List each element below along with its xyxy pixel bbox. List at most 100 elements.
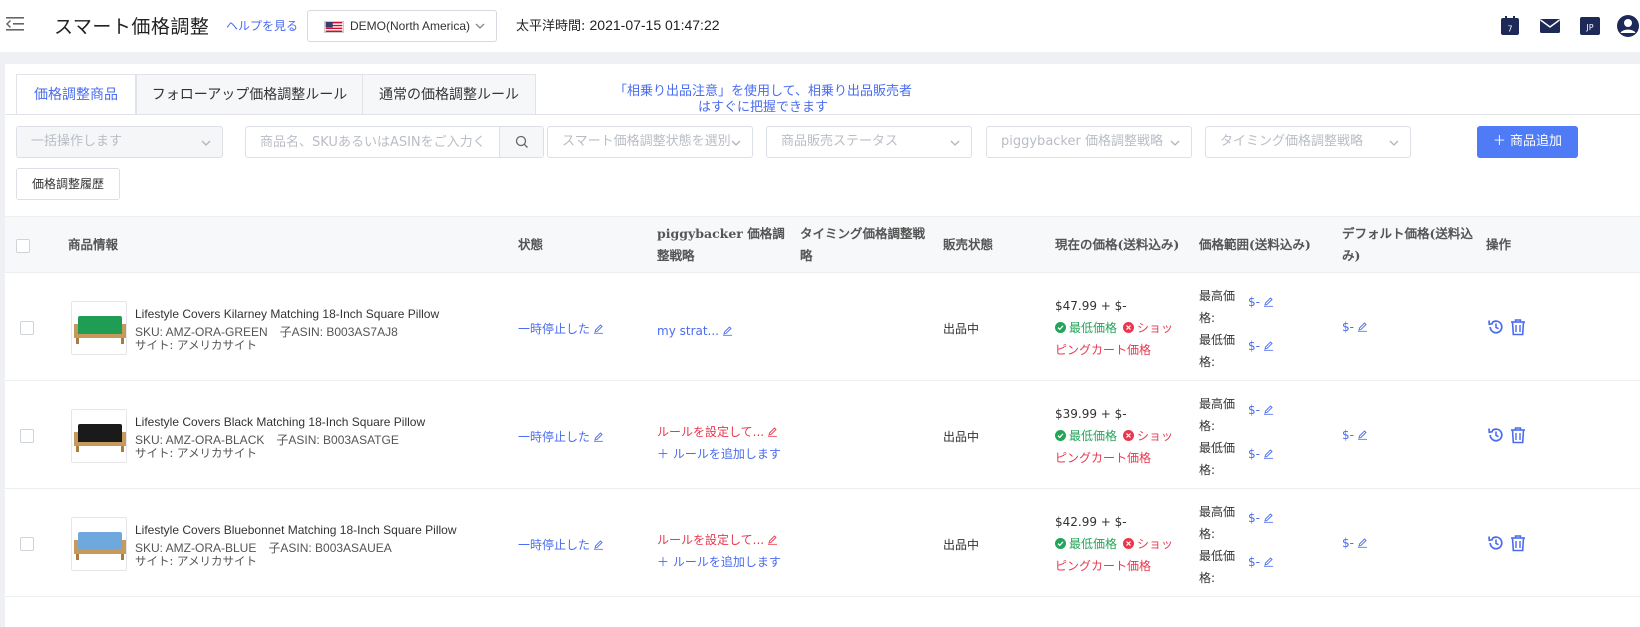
search-box bbox=[245, 126, 544, 158]
max-price-link[interactable]: $- bbox=[1248, 403, 1274, 417]
language-code: JP bbox=[1585, 23, 1593, 32]
min-price-link[interactable]: $- bbox=[1248, 555, 1274, 569]
trash-icon[interactable] bbox=[1509, 318, 1527, 336]
bulk-action-select: 一括操作します bbox=[16, 126, 223, 158]
min-price-link[interactable]: $- bbox=[1248, 447, 1274, 461]
tab-price-adjust-products[interactable]: 価格調整商品 bbox=[16, 74, 136, 115]
col-status: 状態 bbox=[518, 237, 544, 252]
trash-icon[interactable] bbox=[1509, 426, 1527, 444]
trash-icon[interactable] bbox=[1509, 534, 1527, 552]
region-select[interactable]: DEMO(North America) bbox=[307, 10, 497, 42]
history-icon[interactable] bbox=[1487, 318, 1505, 336]
chevron-down-icon bbox=[1170, 140, 1180, 146]
current-price-cell: $39.99 + $- 最低価格 ショッピングカート価格 bbox=[1055, 403, 1185, 469]
search-button[interactable] bbox=[499, 127, 543, 157]
strategy-link[interactable]: ルールを設定して... bbox=[657, 529, 781, 551]
edit-icon[interactable] bbox=[593, 431, 604, 442]
smart-status-label: スマート価格調整状態を選別 bbox=[562, 134, 731, 149]
add-product-button[interactable]: ＋ 商品追加 bbox=[1477, 126, 1578, 158]
status-link[interactable]: 一時停止した bbox=[518, 536, 604, 553]
page-title: スマート価格調整 bbox=[54, 16, 210, 38]
filter-bar: 一括操作します スマート価格調整状態を選別 商品販売ステータス piggybac… bbox=[16, 126, 1636, 160]
language-icon[interactable]: JP bbox=[1578, 14, 1602, 38]
strategy-value: ルールを設定して... bbox=[657, 425, 765, 439]
chevron-down-icon bbox=[1389, 140, 1399, 146]
current-price-cell: $47.99 + $- 最低価格 ショッピングカート価格 bbox=[1055, 295, 1185, 361]
edit-icon[interactable] bbox=[767, 426, 778, 437]
edit-icon[interactable] bbox=[1357, 537, 1368, 548]
chevron-down-icon bbox=[475, 23, 485, 29]
search-input[interactable] bbox=[246, 127, 500, 157]
status-link[interactable]: 一時停止した bbox=[518, 428, 604, 445]
smart-status-select[interactable]: スマート価格調整状態を選別 bbox=[547, 126, 753, 158]
min-price-value: $- bbox=[1248, 555, 1260, 569]
max-price-label: 最高価格: bbox=[1199, 289, 1236, 325]
edit-icon[interactable] bbox=[1263, 296, 1274, 307]
default-price-link[interactable]: $- bbox=[1342, 536, 1368, 550]
max-price-link[interactable]: $- bbox=[1248, 511, 1274, 525]
calendar-icon[interactable]: 7 bbox=[1498, 14, 1522, 38]
product-thumbnail bbox=[71, 517, 127, 571]
strategy-value: my strat... bbox=[657, 324, 719, 338]
edit-icon[interactable] bbox=[1263, 448, 1274, 459]
status-value: 一時停止した bbox=[518, 322, 591, 336]
edit-icon[interactable] bbox=[1263, 556, 1274, 567]
timing-strategy-select[interactable]: タイミング価格調整戦略 bbox=[1205, 126, 1411, 158]
product-name[interactable]: Lifestyle Covers Bluebonnet Matching 18-… bbox=[135, 523, 457, 537]
sales-status-select[interactable]: 商品販売ステータス bbox=[766, 126, 972, 158]
row-checkbox[interactable] bbox=[20, 321, 34, 335]
price-history-button[interactable]: 価格調整履歴 bbox=[16, 168, 120, 200]
piggyback-strategy-select[interactable]: piggybacker 価格調整戦略 bbox=[986, 126, 1192, 158]
piggyback-strategy-cell: ルールを設定して... ＋ ルールを追加します bbox=[657, 421, 781, 465]
col-price-range: 価格範囲(送料込み) bbox=[1199, 237, 1311, 252]
table-row: Lifestyle Covers Bluebonnet Matching 18-… bbox=[5, 489, 1640, 597]
history-icon[interactable] bbox=[1487, 426, 1505, 444]
max-price-link[interactable]: $- bbox=[1248, 295, 1274, 309]
edit-icon[interactable] bbox=[1263, 340, 1274, 351]
tab-normal-rules[interactable]: 通常の価格調整ルール bbox=[362, 74, 536, 115]
product-thumbnail bbox=[71, 301, 127, 355]
status-link[interactable]: 一時停止した bbox=[518, 320, 604, 337]
add-rule-link[interactable]: ＋ ルールを追加します bbox=[657, 443, 781, 465]
tab-followup-rules[interactable]: フォローアップ価格調整ルール bbox=[136, 74, 363, 115]
edit-icon[interactable] bbox=[1357, 429, 1368, 440]
col-piggyback: piggybacker 価格調整戦略 bbox=[657, 226, 785, 263]
product-name[interactable]: Lifestyle Covers Kilarney Matching 18-In… bbox=[135, 307, 439, 321]
col-operations: 操作 bbox=[1486, 237, 1512, 252]
max-price-value: $- bbox=[1248, 403, 1260, 417]
edit-icon[interactable] bbox=[593, 323, 604, 334]
strategy-link[interactable]: ルールを設定して... bbox=[657, 421, 781, 443]
strategy-link[interactable]: my strat... bbox=[657, 320, 733, 342]
clock-label: 太平洋時間: bbox=[516, 19, 590, 34]
default-price-link[interactable]: $- bbox=[1342, 428, 1368, 442]
add-rule-link[interactable]: ＋ ルールを追加します bbox=[657, 551, 781, 573]
piggyback-notice[interactable]: 「相乗り出品注意」を使用して、相乗り出品販売者はすぐに把握できます bbox=[613, 84, 913, 116]
default-price-value: $- bbox=[1342, 428, 1354, 442]
edit-icon[interactable] bbox=[593, 539, 604, 550]
edit-icon[interactable] bbox=[1263, 404, 1274, 415]
default-price-link[interactable]: $- bbox=[1342, 320, 1368, 334]
menu-fold-icon[interactable] bbox=[6, 16, 24, 32]
table-row: Lifestyle Covers Kilarney Matching 18-In… bbox=[5, 273, 1640, 381]
status-value: 一時停止した bbox=[518, 538, 591, 552]
product-name[interactable]: Lifestyle Covers Black Matching 18-Inch … bbox=[135, 415, 425, 429]
edit-icon[interactable] bbox=[767, 534, 778, 545]
edit-icon[interactable] bbox=[1263, 512, 1274, 523]
product-site: サイト: アメリカサイト bbox=[135, 446, 257, 460]
row-checkbox[interactable] bbox=[20, 429, 34, 443]
edit-icon[interactable] bbox=[1357, 321, 1368, 332]
min-price-link[interactable]: $- bbox=[1248, 339, 1274, 353]
current-price: $47.99 + $- bbox=[1055, 299, 1127, 313]
select-all-checkbox[interactable] bbox=[16, 239, 30, 253]
clock-value: 2021-07-15 01:47:22 bbox=[589, 17, 720, 33]
history-icon[interactable] bbox=[1487, 534, 1505, 552]
piggyback-strategy-cell: my strat... bbox=[657, 320, 733, 342]
min-price-value: $- bbox=[1248, 339, 1260, 353]
row-checkbox[interactable] bbox=[20, 537, 34, 551]
help-link[interactable]: ヘルプを見る bbox=[226, 17, 298, 34]
mail-icon[interactable] bbox=[1538, 14, 1562, 38]
user-avatar-icon[interactable] bbox=[1616, 14, 1640, 38]
check-circle-icon bbox=[1055, 538, 1066, 549]
edit-icon[interactable] bbox=[722, 325, 733, 336]
col-default-price: デフォルト価格(送料込み) bbox=[1342, 226, 1473, 263]
